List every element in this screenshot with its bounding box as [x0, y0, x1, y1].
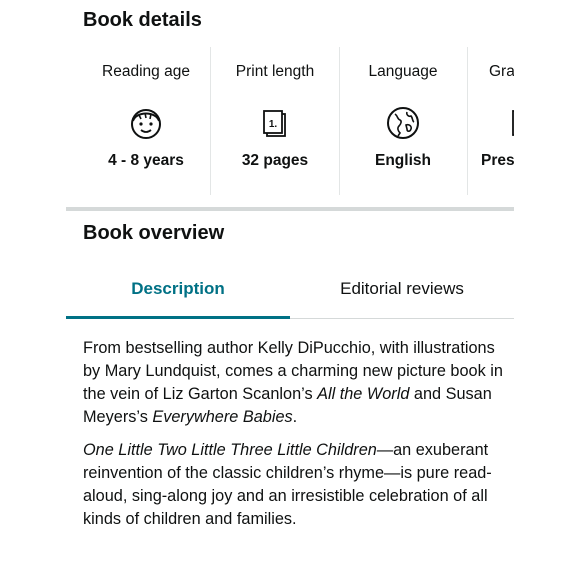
book-details-heading: Book details — [83, 9, 202, 31]
tab-editorial-reviews-label: Editorial reviews — [340, 279, 464, 298]
description-paragraph-2: One Little Two Little Three Little Child… — [83, 439, 508, 531]
detail-card-reading-age[interactable]: Reading age 4 - 8 years — [82, 47, 211, 195]
left-margin — [0, 0, 66, 580]
page-icon-number: 1. — [269, 119, 278, 130]
section-divider — [66, 207, 514, 211]
tab-description-label: Description — [131, 279, 225, 298]
detail-label: Language — [368, 63, 438, 80]
detail-value: English — [375, 152, 431, 169]
detail-value: Pres — [481, 152, 514, 169]
detail-card-print-length[interactable]: Print length 1. 32 pages — [211, 47, 340, 195]
description-text-segment: . — [292, 408, 298, 426]
book-info-panel: Book details Reading age 4 - 8 years Pri… — [66, 0, 514, 580]
right-margin — [514, 0, 580, 580]
book-details-carousel[interactable]: Reading age 4 - 8 years Print length 1. … — [66, 47, 514, 195]
detail-card-language[interactable]: Language English — [339, 47, 468, 195]
detail-label: Reading age — [102, 63, 190, 80]
grade-icon — [511, 105, 514, 141]
book-title-italic: One Little Two Little Three Little Child… — [83, 441, 377, 459]
detail-value: 4 - 8 years — [108, 152, 184, 169]
tab-description[interactable]: Description — [66, 262, 290, 316]
active-tab-indicator — [66, 316, 290, 319]
description-text: From bestselling author Kelly DiPucchio,… — [83, 337, 508, 541]
book-title-italic: Everywhere Babies — [152, 408, 293, 426]
globe-icon — [339, 105, 467, 141]
child-face-icon — [82, 105, 210, 141]
page-count-icon: 1. — [211, 105, 339, 141]
detail-card-grade-level[interactable]: Gra Pres — [467, 47, 514, 195]
detail-label: Print length — [235, 63, 315, 80]
detail-label: Gra — [489, 63, 514, 80]
detail-value: 32 pages — [241, 152, 309, 169]
tab-editorial-reviews[interactable]: Editorial reviews — [290, 262, 514, 316]
description-paragraph-1: From bestselling author Kelly DiPucchio,… — [83, 337, 508, 429]
book-overview-heading: Book overview — [83, 222, 225, 244]
overview-tabs: Description Editorial reviews — [66, 262, 514, 319]
book-title-italic: All the World — [317, 385, 410, 403]
